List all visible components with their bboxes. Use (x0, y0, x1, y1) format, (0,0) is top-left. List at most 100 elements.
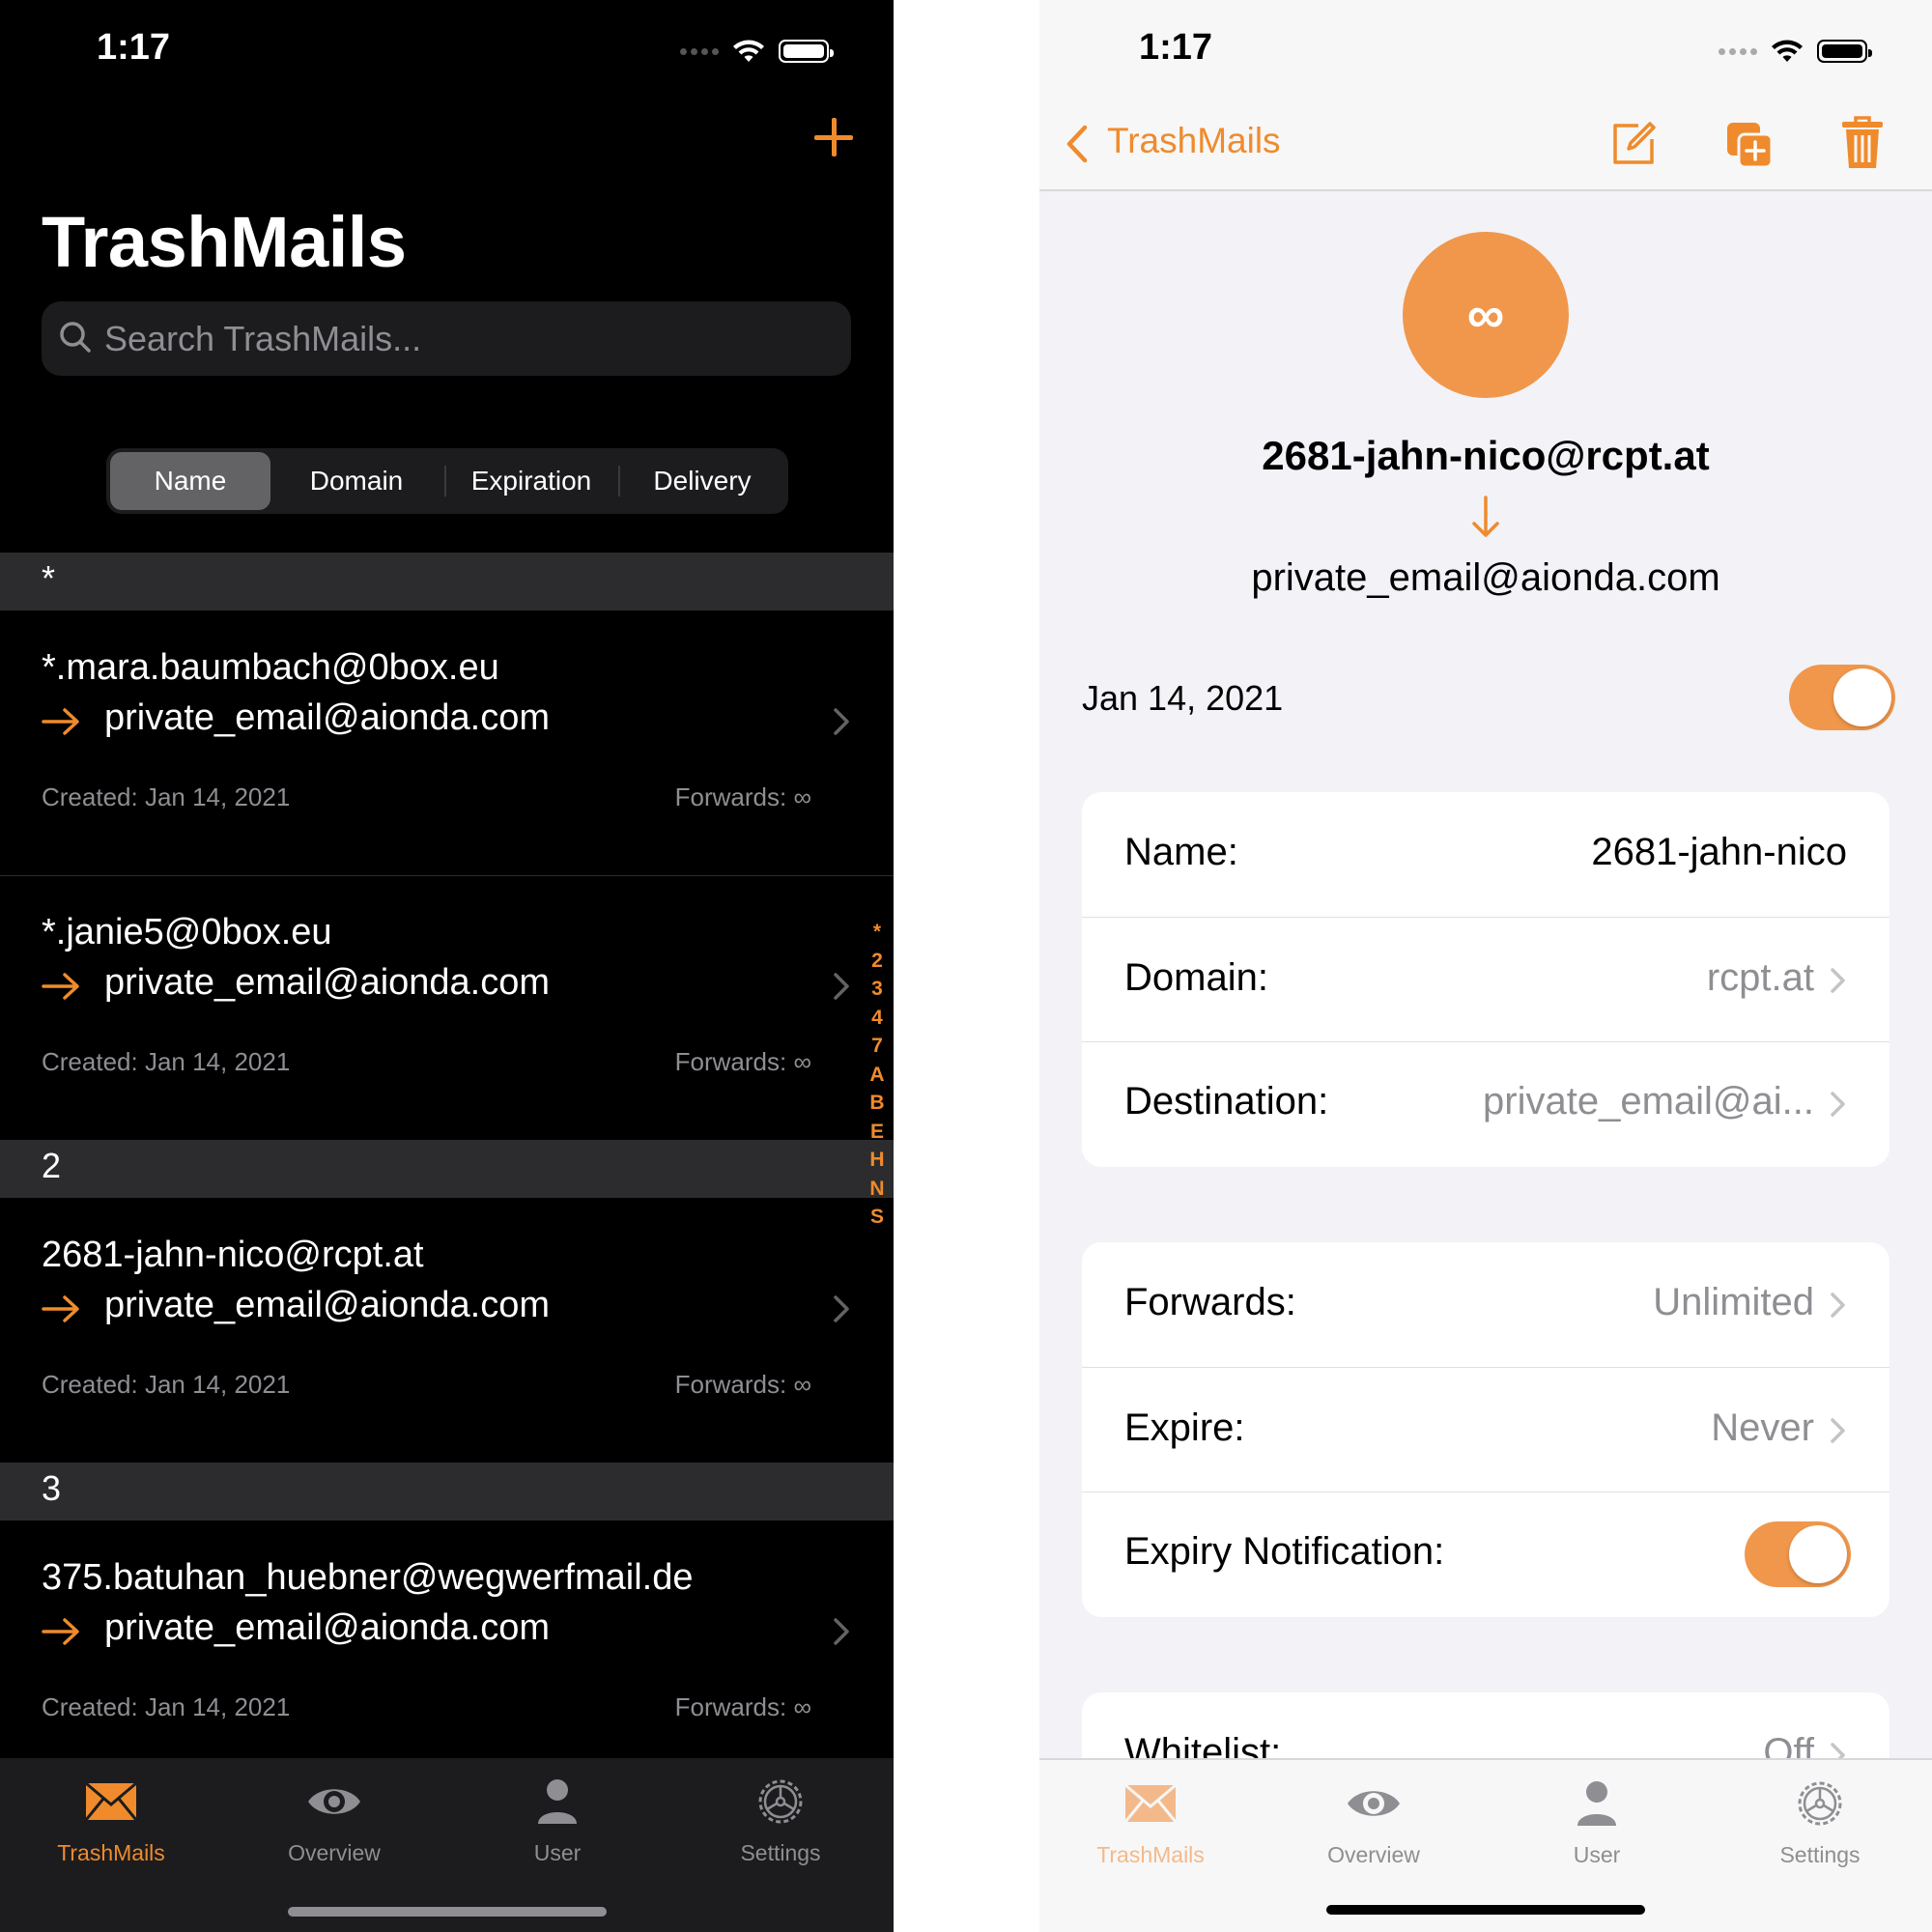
status-icons (680, 37, 834, 66)
status-icons (1719, 37, 1872, 66)
wifi-icon (733, 40, 764, 62)
cellular-icon (1719, 47, 1757, 55)
search-placeholder: Search TrashMails... (104, 319, 422, 358)
segment-delivery[interactable]: Delivery (620, 452, 784, 510)
forwards-count: Forwards: ∞ (674, 1047, 811, 1076)
tab-settings[interactable]: Settings (1723, 1777, 1917, 1868)
sort-segmented-control: Name Domain Expiration Delivery (106, 448, 788, 514)
search-icon (60, 322, 91, 353)
tab-label: User (533, 1840, 582, 1865)
trashmail-address: *.mara.baumbach@0box.eu (42, 647, 499, 688)
segment-expiration[interactable]: Expiration (446, 452, 616, 510)
expiry-notification-toggle[interactable] (1745, 1521, 1851, 1587)
trashmail-address: *.janie5@0box.eu (42, 912, 332, 952)
index-letter[interactable]: 2 (865, 947, 890, 976)
trashmail-address: 2681-jahn-nico@rcpt.at (42, 1235, 424, 1275)
infinity-icon: ∞ (1466, 286, 1505, 344)
arrow-down-icon (1472, 496, 1499, 537)
index-letter[interactable]: E (865, 1118, 890, 1147)
page-title: TrashMails (42, 202, 407, 282)
index-letter[interactable]: 3 (865, 975, 890, 1004)
enabled-toggle[interactable] (1789, 665, 1895, 730)
tab-settings[interactable]: Settings (684, 1776, 877, 1866)
trash-icon[interactable] (1841, 116, 1884, 170)
index-letter[interactable]: A (865, 1061, 890, 1090)
cellular-icon (680, 47, 719, 55)
destination-address: private_email@aionda.com (104, 697, 551, 738)
domain-row[interactable]: Domain: rcpt.at (1082, 918, 1889, 1043)
list-item[interactable]: *.mara.baumbach@0box.eu private_email@ai… (0, 611, 894, 873)
destination-value: private_email@ai... (1483, 1080, 1814, 1122)
settings-card: Forwards: Unlimited Expire: Never Expiry… (1082, 1242, 1889, 1617)
battery-icon (779, 40, 834, 63)
tab-label: TrashMails (1096, 1842, 1205, 1867)
chevron-right-icon (834, 1295, 849, 1322)
eye-icon (308, 1789, 360, 1814)
tab-label: Overview (288, 1840, 381, 1865)
section-header: * (0, 553, 894, 611)
name-row: Name: 2681-jahn-nico (1082, 792, 1889, 918)
name-value[interactable]: 2681-jahn-nico (1591, 831, 1847, 874)
section-header: 2 (0, 1140, 894, 1198)
forwards-row[interactable]: Forwards: Unlimited (1082, 1242, 1889, 1368)
chevron-right-icon (834, 708, 849, 735)
wifi-icon (1772, 40, 1803, 62)
chevron-right-icon (834, 973, 849, 1000)
status-time: 1:17 (1139, 27, 1213, 68)
index-letter[interactable]: S (865, 1203, 890, 1232)
forwards-value: Unlimited (1653, 1281, 1814, 1323)
index-letter[interactable]: * (865, 918, 890, 947)
index-letter[interactable]: H (865, 1146, 890, 1175)
expire-row[interactable]: Expire: Never (1082, 1368, 1889, 1493)
trashmail-address: 375.batuhan_huebner@wegwerfmail.de (42, 1557, 694, 1598)
destination-address: private_email@aionda.com (104, 1607, 551, 1648)
chevron-right-icon (1831, 1092, 1845, 1117)
forwards-count: Forwards: ∞ (674, 782, 811, 811)
search-input[interactable]: Search TrashMails... (42, 301, 851, 376)
battery-icon (1817, 40, 1872, 63)
chevron-left-icon[interactable] (1065, 124, 1090, 164)
arrow-right-icon (42, 1618, 79, 1645)
domain-label: Domain: (1124, 956, 1268, 999)
forwards-count: Forwards: ∞ (674, 1692, 811, 1721)
segment-name[interactable]: Name (110, 452, 270, 510)
add-button[interactable] (812, 116, 855, 158)
back-button[interactable]: TrashMails (1107, 121, 1281, 161)
forwards-label: Forwards: (1124, 1281, 1296, 1323)
home-indicator (288, 1907, 607, 1917)
segment-domain[interactable]: Domain (274, 452, 439, 510)
index-letter[interactable]: N (865, 1175, 890, 1204)
destination-row[interactable]: Destination: private_email@ai... (1082, 1041, 1889, 1167)
list-item[interactable]: 2681-jahn-nico@rcpt.at private_email@aio… (0, 1198, 894, 1461)
domain-value: rcpt.at (1706, 956, 1814, 999)
envelope-icon (1123, 1783, 1178, 1823)
chevron-right-icon (1831, 1293, 1845, 1318)
tab-user[interactable]: User (461, 1776, 654, 1866)
arrow-right-icon (42, 973, 79, 1000)
expiry-notification-row: Expiry Notification: (1082, 1492, 1889, 1617)
tab-trashmails[interactable]: TrashMails (14, 1776, 208, 1866)
section-header: 3 (0, 1463, 894, 1520)
list-item[interactable]: 375.batuhan_huebner@wegwerfmail.de priva… (0, 1520, 894, 1783)
tab-bar: TrashMails Overview User Settings (0, 1758, 894, 1932)
index-letter[interactable]: 7 (865, 1032, 890, 1061)
destination-address: private_email@aionda.com (104, 1285, 551, 1325)
created-date: Created: Jan 14, 2021 (42, 782, 291, 811)
tab-user[interactable]: User (1500, 1777, 1693, 1868)
status-time: 1:17 (97, 27, 171, 68)
trashmails-list-screen: 1:17 #left .battery::after{background:#f… (0, 0, 894, 1932)
envelope-icon (84, 1781, 138, 1821)
trashmail-address: 2681-jahn-nico@rcpt.at (1262, 433, 1710, 478)
created-date: Jan 14, 2021 (1082, 678, 1284, 718)
tab-overview[interactable]: Overview (238, 1776, 431, 1866)
edit-icon[interactable] (1609, 120, 1658, 168)
duplicate-icon[interactable] (1724, 120, 1775, 170)
trashmail-detail-screen: 1:17 #right .battery::after{background:#… (1039, 0, 1932, 1932)
index-letter[interactable]: B (865, 1089, 890, 1118)
tab-label: Overview (1327, 1842, 1420, 1867)
index-letter[interactable]: 4 (865, 1004, 890, 1033)
tab-trashmails[interactable]: TrashMails (1054, 1777, 1247, 1868)
section-index[interactable]: * 2 3 4 7 A B E H N S (865, 918, 890, 1232)
list-item[interactable]: *.janie5@0box.eu private_email@aionda.co… (0, 875, 894, 1138)
tab-overview[interactable]: Overview (1277, 1777, 1470, 1868)
